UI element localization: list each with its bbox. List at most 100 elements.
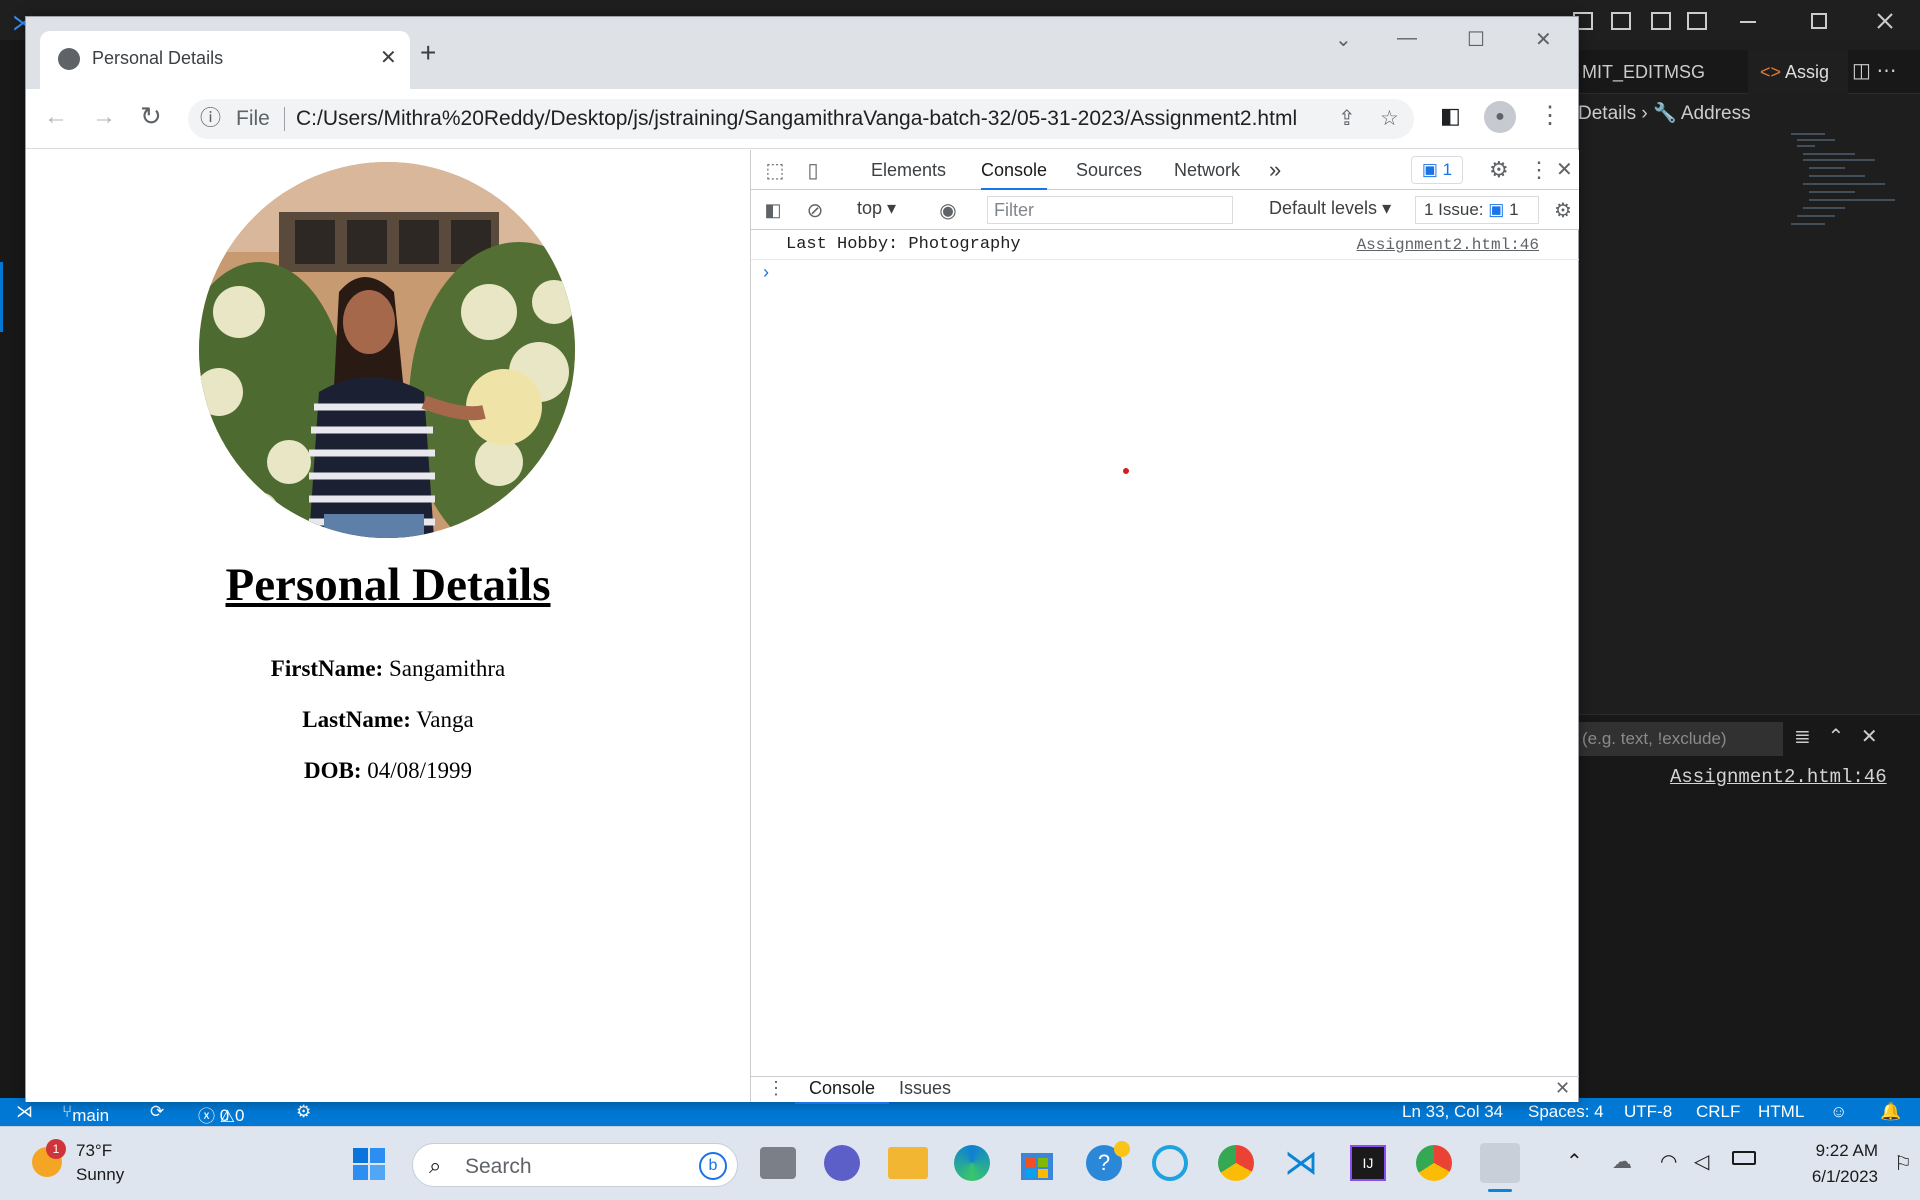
settings-gear-icon[interactable]: ⚙ — [1489, 150, 1509, 190]
cursor-position[interactable]: Ln 33, Col 34 — [1402, 1102, 1503, 1122]
html-file-icon: <> — [1760, 62, 1782, 82]
onedrive-icon[interactable]: ☁ — [1612, 1149, 1632, 1174]
close-tab-icon[interactable]: ✕ — [380, 45, 397, 70]
console-toolbar: ◧ ⊘ top ▾ ◉ Filter Default levels ▾ 1 Is… — [751, 190, 1579, 230]
drawer-menu-icon[interactable]: ⋮ — [767, 1078, 785, 1099]
branch-indicator[interactable]: ⑂ main — [62, 1102, 109, 1125]
breadcrumb-address[interactable]: Address — [1681, 103, 1751, 124]
devtools-tab-sources[interactable]: Sources — [1076, 150, 1142, 190]
devtools-tab-console[interactable]: Console — [981, 150, 1048, 190]
more-menu-icon[interactable]: ⋮ — [1538, 101, 1562, 130]
notification-center-icon[interactable]: ⚐ — [1894, 1151, 1912, 1176]
issues-counter-button[interactable]: 1 Issue: ▣ 1 — [1415, 196, 1539, 224]
back-icon[interactable]: ← — [44, 103, 68, 131]
share-icon[interactable]: ⇪ — [1338, 99, 1356, 139]
close-drawer-icon[interactable]: ✕ — [1555, 1078, 1570, 1099]
close-devtools-icon[interactable]: ✕ — [1556, 150, 1573, 190]
window-controls: ⌄ — ☐ ✕ — [1331, 27, 1571, 57]
chevron-up-icon[interactable]: ⌃ — [1827, 726, 1844, 748]
intellij-icon[interactable]: IJ — [1350, 1145, 1386, 1181]
reload-icon[interactable]: ↻ — [140, 101, 162, 132]
vscode-tab-commit-editmsg[interactable]: MIT_EDITMSG — [1578, 50, 1748, 94]
cortana-icon[interactable] — [1152, 1145, 1188, 1181]
clock-time[interactable]: 9:22 AM — [1778, 1141, 1878, 1161]
bing-icon[interactable]: b — [699, 1152, 727, 1180]
problems-indicator[interactable]: ⓧ 0 ⚠ 0 — [198, 1102, 244, 1127]
console-settings-icon[interactable]: ⚙ — [1551, 198, 1575, 222]
forward-icon[interactable]: → — [92, 103, 116, 131]
browser-tab-title: Personal Details — [92, 48, 224, 68]
console-message-source-link[interactable]: Assignment2.html:46 — [1357, 230, 1539, 260]
vscode-taskbar-icon[interactable]: ⋊ — [1284, 1145, 1320, 1181]
breadcrumb-details[interactable]: Details — [1578, 103, 1636, 124]
taskbar-search-box[interactable]: ⌕ Search b — [412, 1143, 738, 1187]
vscode-panel-filter[interactable]: (e.g. text, !exclude) — [1578, 722, 1783, 756]
close-panel-icon[interactable]: ✕ — [1861, 726, 1878, 748]
maximize-icon[interactable]: ☐ — [1467, 27, 1485, 52]
sync-icon[interactable]: ⟳ — [150, 1102, 164, 1122]
tab-search-icon[interactable]: ⌄ — [1335, 27, 1352, 52]
encoding[interactable]: UTF-8 — [1624, 1102, 1672, 1122]
windows-taskbar: 1 73°F Sunny ⌕ Search b ? ⋊ IJ ⌃ ☁ ◠ ◁ 9… — [0, 1126, 1920, 1200]
teams-chat-icon[interactable] — [824, 1145, 860, 1181]
context-selector[interactable]: top ▾ — [857, 198, 896, 219]
show-hidden-icons-icon[interactable]: ⌃ — [1566, 1149, 1583, 1174]
snipping-tool-icon[interactable] — [1480, 1143, 1520, 1183]
clock-date[interactable]: 6/1/2023 — [1778, 1167, 1878, 1187]
device-toolbar-icon[interactable]: ▯ — [801, 158, 825, 182]
language-mode[interactable]: HTML — [1758, 1102, 1804, 1122]
battery-icon[interactable] — [1732, 1151, 1756, 1165]
log-levels-dropdown[interactable]: Default levels ▾ — [1269, 198, 1391, 219]
split-editor-icon[interactable]: ◫ — [1852, 60, 1871, 82]
devtools-tab-elements[interactable]: Elements — [871, 150, 946, 190]
feedback-icon[interactable]: ☺ — [1830, 1102, 1847, 1122]
file-explorer-icon[interactable] — [888, 1147, 928, 1179]
vscode-panel-source-link[interactable]: Assignment2.html:46 — [1670, 766, 1887, 788]
bookmark-star-icon[interactable]: ☆ — [1380, 99, 1399, 139]
devtools-panel: ⬚ ▯ Elements Console Sources Network » ▣… — [750, 150, 1579, 1104]
drawer-tab-console[interactable]: Console — [795, 1078, 890, 1104]
task-view-icon[interactable] — [760, 1147, 796, 1179]
more-tabs-icon[interactable]: » — [1269, 150, 1281, 190]
more-actions-icon[interactable]: ⋯ — [1876, 60, 1896, 82]
profile-avatar-icon[interactable]: ● — [1484, 101, 1516, 133]
weather-temperature[interactable]: 73°F — [76, 1141, 112, 1161]
wifi-icon[interactable]: ◠ — [1660, 1149, 1677, 1174]
sidebar-toggle-icon[interactable]: ◧ — [761, 198, 785, 222]
info-icon[interactable]: ⓘ — [200, 99, 221, 139]
clear-console-icon[interactable]: ⊘ — [803, 198, 827, 222]
address-bar[interactable]: ⓘ File C:/Users/Mithra%20Reddy/Desktop/j… — [188, 99, 1414, 139]
vscode-panel-actions[interactable]: ≣ ⌃ ✕ — [1794, 724, 1914, 754]
weather-description[interactable]: Sunny — [76, 1165, 124, 1185]
indentation[interactable]: Spaces: 4 — [1528, 1102, 1604, 1122]
vscode-minimap[interactable] — [1785, 130, 1905, 240]
browser-tab[interactable]: Personal Details ✕ — [40, 31, 410, 89]
minimize-icon[interactable]: — — [1397, 27, 1417, 50]
windows-start-icon[interactable] — [352, 1147, 386, 1181]
customize-menu-icon[interactable]: ⋮ — [1528, 150, 1550, 190]
inspect-element-icon[interactable]: ⬚ — [763, 158, 787, 182]
end-of-line[interactable]: CRLF — [1696, 1102, 1740, 1122]
microsoft-store-icon[interactable] — [1020, 1147, 1054, 1181]
devtools-tab-network[interactable]: Network — [1174, 150, 1240, 190]
chrome-icon[interactable] — [1416, 1145, 1452, 1181]
vscode-tab-assignment[interactable]: <> Assig — [1748, 50, 1848, 94]
edge-icon[interactable] — [954, 1145, 990, 1181]
drawer-tab-issues[interactable]: Issues — [899, 1078, 951, 1099]
chrome-profile-icon[interactable] — [1218, 1145, 1254, 1181]
issues-badge-button[interactable]: ▣ 1 — [1411, 156, 1463, 184]
active-app-indicator — [1488, 1189, 1512, 1192]
console-filter-input[interactable]: Filter — [987, 196, 1233, 224]
live-expression-eye-icon[interactable]: ◉ — [934, 198, 962, 222]
side-panel-icon[interactable]: ◧ — [1440, 103, 1461, 129]
close-window-icon[interactable]: ✕ — [1535, 27, 1552, 52]
debug-icon[interactable]: ⚙ — [296, 1102, 311, 1122]
message-icon: ▣ — [1421, 160, 1438, 179]
word-wrap-icon[interactable]: ≣ — [1794, 726, 1811, 748]
notifications-icon[interactable]: 🔔 — [1880, 1102, 1901, 1122]
new-tab-button[interactable]: + — [420, 37, 436, 69]
volume-icon[interactable]: ◁ — [1694, 1149, 1709, 1174]
remote-icon[interactable]: ⋊ — [16, 1102, 33, 1122]
vscode-editor-actions[interactable]: ◫ ⋯ — [1852, 58, 1912, 86]
console-prompt-icon[interactable]: › — [763, 262, 769, 283]
